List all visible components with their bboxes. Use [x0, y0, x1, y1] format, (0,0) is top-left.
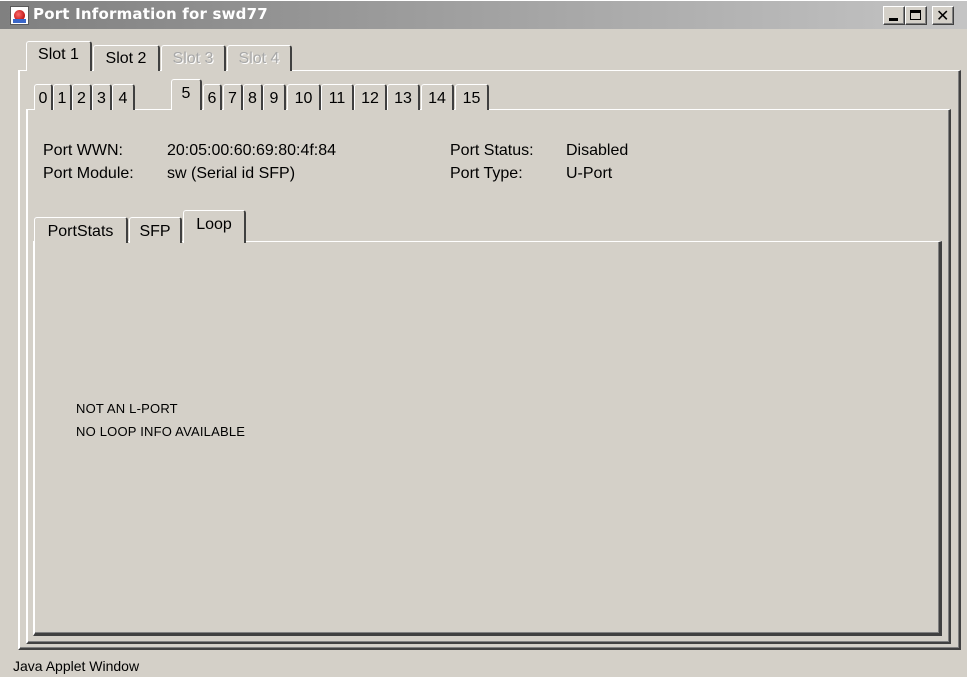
- tab-slot-2[interactable]: Slot 2: [93, 45, 160, 71]
- tab-port-12[interactable]: 12: [354, 84, 387, 110]
- port-module-value: sw (Serial id SFP): [167, 165, 296, 182]
- loop-message-not-lport: NOT AN L-PORT: [76, 401, 178, 416]
- port-module-label: Port Module:: [43, 165, 134, 182]
- tab-slot-3: Slot 3: [161, 45, 226, 71]
- port-type-label: Port Type:: [450, 165, 523, 182]
- tab-port-15[interactable]: 15: [455, 84, 489, 110]
- tab-port-8[interactable]: 8: [243, 84, 263, 110]
- tab-loop[interactable]: Loop: [183, 210, 246, 243]
- tab-slot-1[interactable]: Slot 1: [26, 41, 92, 71]
- tab-port-14[interactable]: 14: [421, 84, 454, 110]
- tab-port-9[interactable]: 9: [263, 84, 286, 110]
- close-icon: ✕: [936, 6, 950, 25]
- tab-port-5[interactable]: 5: [171, 79, 202, 110]
- status-bar-text: Java Applet Window: [13, 658, 140, 674]
- port-status-value: Disabled: [566, 142, 629, 159]
- window-title: Port Information for swd77: [33, 5, 268, 23]
- maximize-icon: [910, 10, 921, 20]
- tab-port-7[interactable]: 7: [223, 84, 243, 110]
- tab-port-11[interactable]: 11: [321, 84, 354, 110]
- tab-port-10[interactable]: 10: [287, 84, 321, 110]
- title-bar[interactable]: Port Information for swd77 ✕: [0, 0, 967, 29]
- tab-port-13[interactable]: 13: [387, 84, 420, 110]
- port-wwn-label: Port WWN:: [43, 142, 123, 159]
- close-button[interactable]: ✕: [932, 6, 954, 25]
- port-type-value: U-Port: [566, 165, 613, 182]
- loop-message-no-info: NO LOOP INFO AVAILABLE: [76, 424, 246, 439]
- tab-sfp[interactable]: SFP: [129, 217, 182, 243]
- minimize-button[interactable]: [883, 6, 905, 25]
- tab-slot-4: Slot 4: [227, 45, 292, 71]
- minimize-icon: [889, 18, 898, 21]
- tab-port-3[interactable]: 3: [92, 84, 112, 110]
- tab-port-4[interactable]: 4: [112, 84, 135, 110]
- tab-port-2[interactable]: 2: [72, 84, 92, 110]
- tab-port-6[interactable]: 6: [203, 84, 222, 110]
- port-wwn-value: 20:05:00:60:69:80:4f:84: [167, 142, 337, 159]
- port-status-label: Port Status:: [450, 142, 534, 159]
- tab-port-1[interactable]: 1: [53, 84, 72, 110]
- tab-port-0[interactable]: 0: [34, 84, 53, 110]
- java-applet-icon: [10, 6, 29, 25]
- maximize-button[interactable]: [905, 6, 927, 25]
- tab-portstats[interactable]: PortStats: [34, 217, 128, 243]
